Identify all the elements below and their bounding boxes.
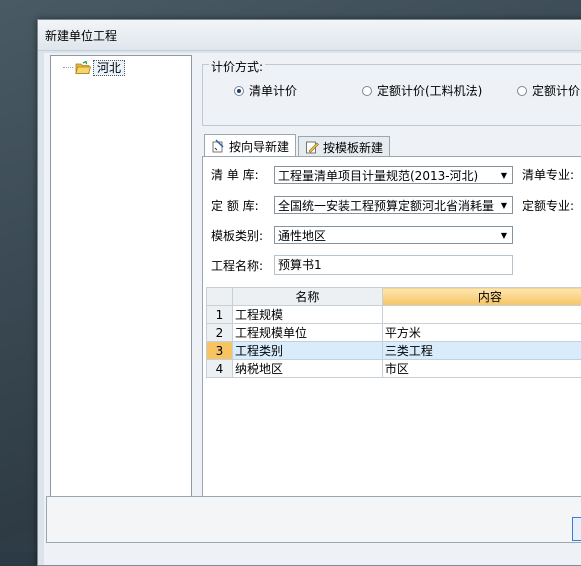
- tab-template[interactable]: 按模板新建: [298, 136, 390, 157]
- chevron-down-icon: ▼: [496, 197, 512, 213]
- table-row[interactable]: 4 纳税地区 市区: [207, 360, 581, 378]
- tree-node-root[interactable]: 河北: [63, 59, 125, 76]
- new-project-dialog: 新建单位工程 河北 计价方式: 清单计价 定额计价(工料机法): [37, 19, 581, 566]
- radio-button[interactable]: [362, 86, 372, 96]
- project-info-grid: 名称 内容 1 工程规模 2 工程规模单位 平方米 3 工程类别 三类工程 4 …: [206, 287, 581, 378]
- row-name-cell[interactable]: 工程规模单位: [232, 324, 382, 342]
- tab-label-template: 按模板新建: [323, 139, 383, 156]
- chevron-down-icon: ▼: [496, 227, 512, 243]
- radio-button-checked[interactable]: [234, 86, 244, 96]
- tree-connector: [63, 67, 73, 68]
- project-name-label: 工程名称:: [211, 257, 263, 274]
- wizard-icon: [211, 139, 225, 153]
- quota-library-label: 定 额 库:: [211, 197, 259, 214]
- row-value-cell[interactable]: 三类工程: [382, 342, 581, 360]
- dialog-title: 新建单位工程: [45, 27, 117, 44]
- row-value-cell[interactable]: [382, 306, 581, 324]
- table-row-selected[interactable]: 3 工程类别 三类工程: [207, 342, 581, 360]
- radio-quota-labor[interactable]: 定额计价(工料机法): [362, 82, 482, 99]
- grid-header-name[interactable]: 名称: [232, 288, 382, 306]
- region-tree[interactable]: 河北: [50, 55, 192, 507]
- pricing-method-label: 计价方式:: [209, 58, 265, 75]
- list-library-value: 工程量清单项目计量规范(2013-河北): [275, 167, 496, 184]
- folder-open-icon: [75, 61, 91, 75]
- row-number: 2: [207, 324, 233, 342]
- table-row[interactable]: 2 工程规模单位 平方米: [207, 324, 581, 342]
- radio-label-quota-labor: 定额计价(工料机法): [377, 82, 482, 99]
- quota-library-select[interactable]: 全国统一安装工程预算定额河北省消耗量 ▼: [274, 196, 513, 214]
- row-name-cell[interactable]: 工程类别: [232, 342, 382, 360]
- grid-header-row: 名称 内容: [207, 288, 581, 306]
- tree-label-hebei: 河北: [93, 60, 125, 76]
- radio-list-pricing[interactable]: 清单计价: [234, 82, 297, 99]
- tab-strip: 按向导新建 按模板新建: [204, 136, 392, 157]
- row-name-cell[interactable]: 纳税地区: [232, 360, 382, 378]
- radio-label-list: 清单计价: [249, 82, 297, 99]
- dialog-footer: [46, 496, 581, 543]
- quota-major-label: 定额专业:: [522, 197, 574, 214]
- row-number: 1: [207, 306, 233, 324]
- grid-header-content[interactable]: 内容: [382, 288, 581, 306]
- radio-quota[interactable]: 定额计价: [517, 82, 580, 99]
- list-library-label: 清 单 库:: [211, 166, 259, 183]
- template-edit-icon: [305, 140, 319, 154]
- dialog-content: 河北 计价方式: 清单计价 定额计价(工料机法) 定额计价: [44, 53, 581, 565]
- template-category-label: 模板类别:: [211, 227, 263, 244]
- ok-button[interactable]: [572, 517, 581, 541]
- template-category-select[interactable]: 通性地区 ▼: [274, 226, 513, 244]
- tab-label-wizard: 按向导新建: [229, 138, 289, 155]
- row-value-cell[interactable]: 平方米: [382, 324, 581, 342]
- template-category-value: 通性地区: [275, 227, 496, 244]
- project-name-input[interactable]: 预算书1: [274, 255, 513, 275]
- dialog-titlebar: 新建单位工程: [38, 20, 581, 51]
- tab-wizard[interactable]: 按向导新建: [204, 134, 296, 157]
- row-number: 3: [207, 342, 233, 360]
- row-name-cell[interactable]: 工程规模: [232, 306, 382, 324]
- table-row[interactable]: 1 工程规模: [207, 306, 581, 324]
- radio-button[interactable]: [517, 86, 527, 96]
- row-value-cell[interactable]: 市区: [382, 360, 581, 378]
- grid-corner-cell: [207, 288, 233, 306]
- radio-label-quota: 定额计价: [532, 82, 580, 99]
- chevron-down-icon: ▼: [496, 167, 512, 183]
- quota-library-value: 全国统一安装工程预算定额河北省消耗量: [275, 197, 496, 214]
- list-library-select[interactable]: 工程量清单项目计量规范(2013-河北) ▼: [274, 166, 513, 184]
- row-number: 4: [207, 360, 233, 378]
- list-major-label: 清单专业:: [522, 166, 574, 183]
